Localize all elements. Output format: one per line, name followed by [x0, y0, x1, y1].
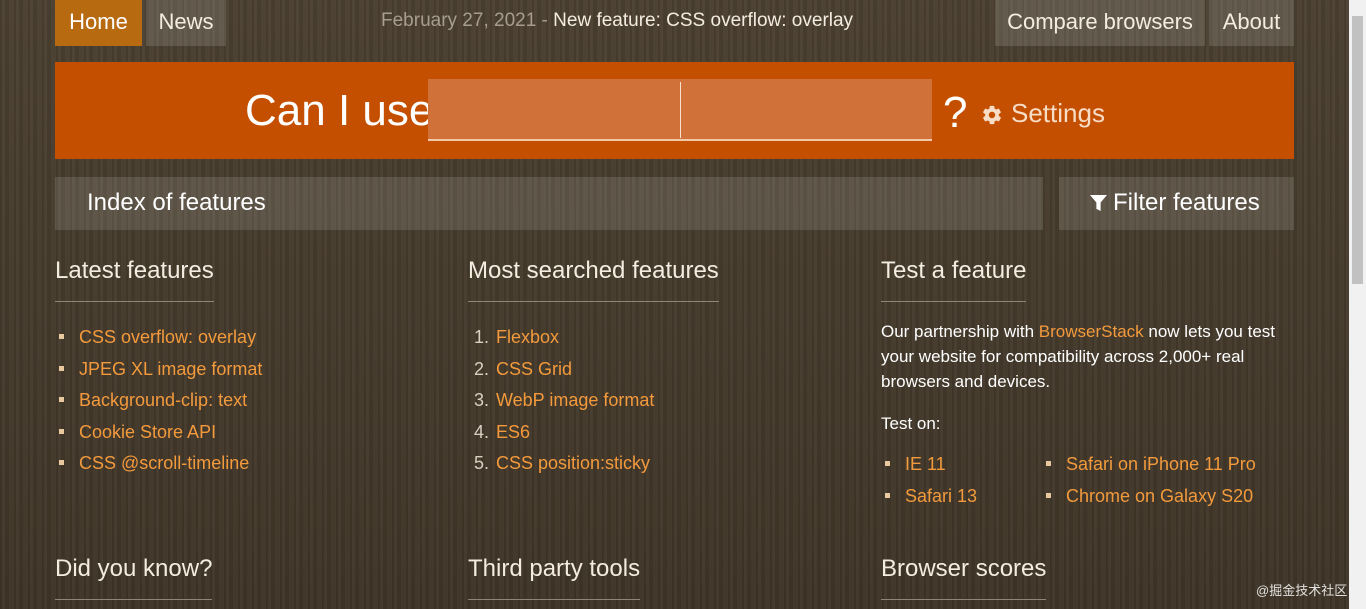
search-suffix-label: ? [943, 88, 968, 137]
list-item: 5. CSS position:sticky [470, 453, 654, 485]
index-of-features-label: Index of features [87, 189, 266, 216]
list-item: 1. Flexbox [470, 327, 654, 359]
latest-feature-link[interactable]: Cookie Store API [79, 422, 216, 442]
filter-features-label: Filter features [1113, 189, 1260, 216]
latest-feature-link[interactable]: Background-clip: text [79, 390, 247, 410]
latest-feature-link[interactable]: CSS overflow: overlay [79, 327, 256, 347]
list-item: Cookie Store API [55, 422, 262, 454]
news-separator: - [541, 10, 548, 31]
latest-news-banner: February 27, 2021 - New feature: CSS ove… [381, 10, 853, 32]
settings-label: Settings [1011, 98, 1105, 128]
bullet [59, 334, 64, 339]
list-number: 2. [474, 358, 490, 379]
list-item: 2. CSS Grid [470, 359, 654, 391]
search-hero: Can I use ? Settings [55, 62, 1294, 159]
test-browser-link[interactable]: Safari on iPhone 11 Pro [1066, 454, 1256, 474]
most-searched-link[interactable]: ES6 [496, 422, 530, 442]
news-title-link[interactable]: New feature: CSS overflow: overlay [553, 10, 853, 31]
list-item: CSS @scroll-timeline [55, 453, 262, 485]
list-item: CSS overflow: overlay [55, 327, 262, 359]
most-searched-link[interactable]: CSS Grid [496, 359, 572, 379]
test-browsers-left-list: IE 11 Safari 13 [881, 454, 977, 518]
bullet [59, 460, 64, 465]
browserstack-paragraph: Our partnership with BrowserStack now le… [881, 319, 1281, 394]
gear-icon [983, 105, 1001, 125]
bullet [885, 461, 890, 466]
scrollbar-thumb[interactable] [1352, 16, 1363, 284]
latest-feature-link[interactable]: CSS @scroll-timeline [79, 453, 249, 473]
test-browsers-right-list: Safari on iPhone 11 Pro Chrome on Galaxy… [1042, 454, 1256, 518]
filter-features-button[interactable]: Filter features [1059, 177, 1294, 230]
most-searched-list: 1. Flexbox 2. CSS Grid 3. WebP image format… [470, 327, 654, 485]
list-item: IE 11 [881, 454, 977, 486]
nav-home-button[interactable]: Home [55, 0, 142, 46]
bullet [1046, 461, 1051, 466]
bullet [1046, 493, 1051, 498]
most-searched-link[interactable]: Flexbox [496, 327, 559, 347]
search-prefix-label: Can I use [245, 86, 434, 135]
nav-about-button[interactable]: About [1209, 0, 1294, 46]
settings-button[interactable]: Settings [981, 98, 1105, 129]
list-item: Safari on iPhone 11 Pro [1042, 454, 1256, 486]
bullet [59, 428, 64, 434]
list-number: 4. [474, 421, 490, 442]
list-item: Background-clip: text [55, 390, 262, 422]
watermark: @掘金技术社区 [1256, 583, 1348, 598]
test-on-label: Test on: [881, 414, 941, 433]
test-browser-link[interactable]: IE 11 [905, 454, 946, 474]
most-searched-heading: Most searched features [468, 257, 719, 302]
list-item: 4. ES6 [470, 422, 654, 454]
latest-features-heading: Latest features [55, 257, 214, 302]
index-of-features-button[interactable]: Index of features [55, 177, 1043, 230]
browser-scores-heading: Browser scores [881, 555, 1047, 600]
funnel-icon [1090, 195, 1107, 211]
latest-feature-link[interactable]: JPEG XL image format [79, 359, 262, 379]
test-feature-heading: Test a feature [881, 257, 1027, 302]
list-item: 3. WebP image format [470, 390, 654, 422]
most-searched-link[interactable]: CSS position:sticky [496, 453, 650, 473]
list-number: 3. [474, 390, 490, 410]
bullet [59, 365, 64, 371]
latest-features-list: CSS overflow: overlay JPEG XL image form… [55, 327, 262, 485]
third-party-tools-heading: Third party tools [468, 555, 641, 600]
list-number: 5. [474, 453, 490, 473]
list-item: JPEG XL image format [55, 359, 262, 391]
browserstack-link[interactable]: BrowserStack [1039, 322, 1144, 341]
bullet [59, 397, 64, 402]
test-browser-link[interactable]: Chrome on Galaxy S20 [1066, 486, 1253, 506]
nav-news-button[interactable]: News [146, 0, 226, 46]
nav-compare-browsers-button[interactable]: Compare browsers [995, 0, 1205, 46]
paragraph-text: Our partnership with [881, 322, 1039, 341]
text-caret [680, 82, 681, 138]
did-you-know-heading: Did you know? [55, 555, 213, 600]
list-number: 1. [474, 327, 490, 347]
bullet [885, 493, 890, 498]
list-item: Safari 13 [881, 486, 977, 518]
list-item: Chrome on Galaxy S20 [1042, 486, 1256, 518]
test-browser-link[interactable]: Safari 13 [905, 486, 977, 506]
news-date: February 27, 2021 [381, 10, 537, 31]
most-searched-link[interactable]: WebP image format [496, 390, 654, 410]
